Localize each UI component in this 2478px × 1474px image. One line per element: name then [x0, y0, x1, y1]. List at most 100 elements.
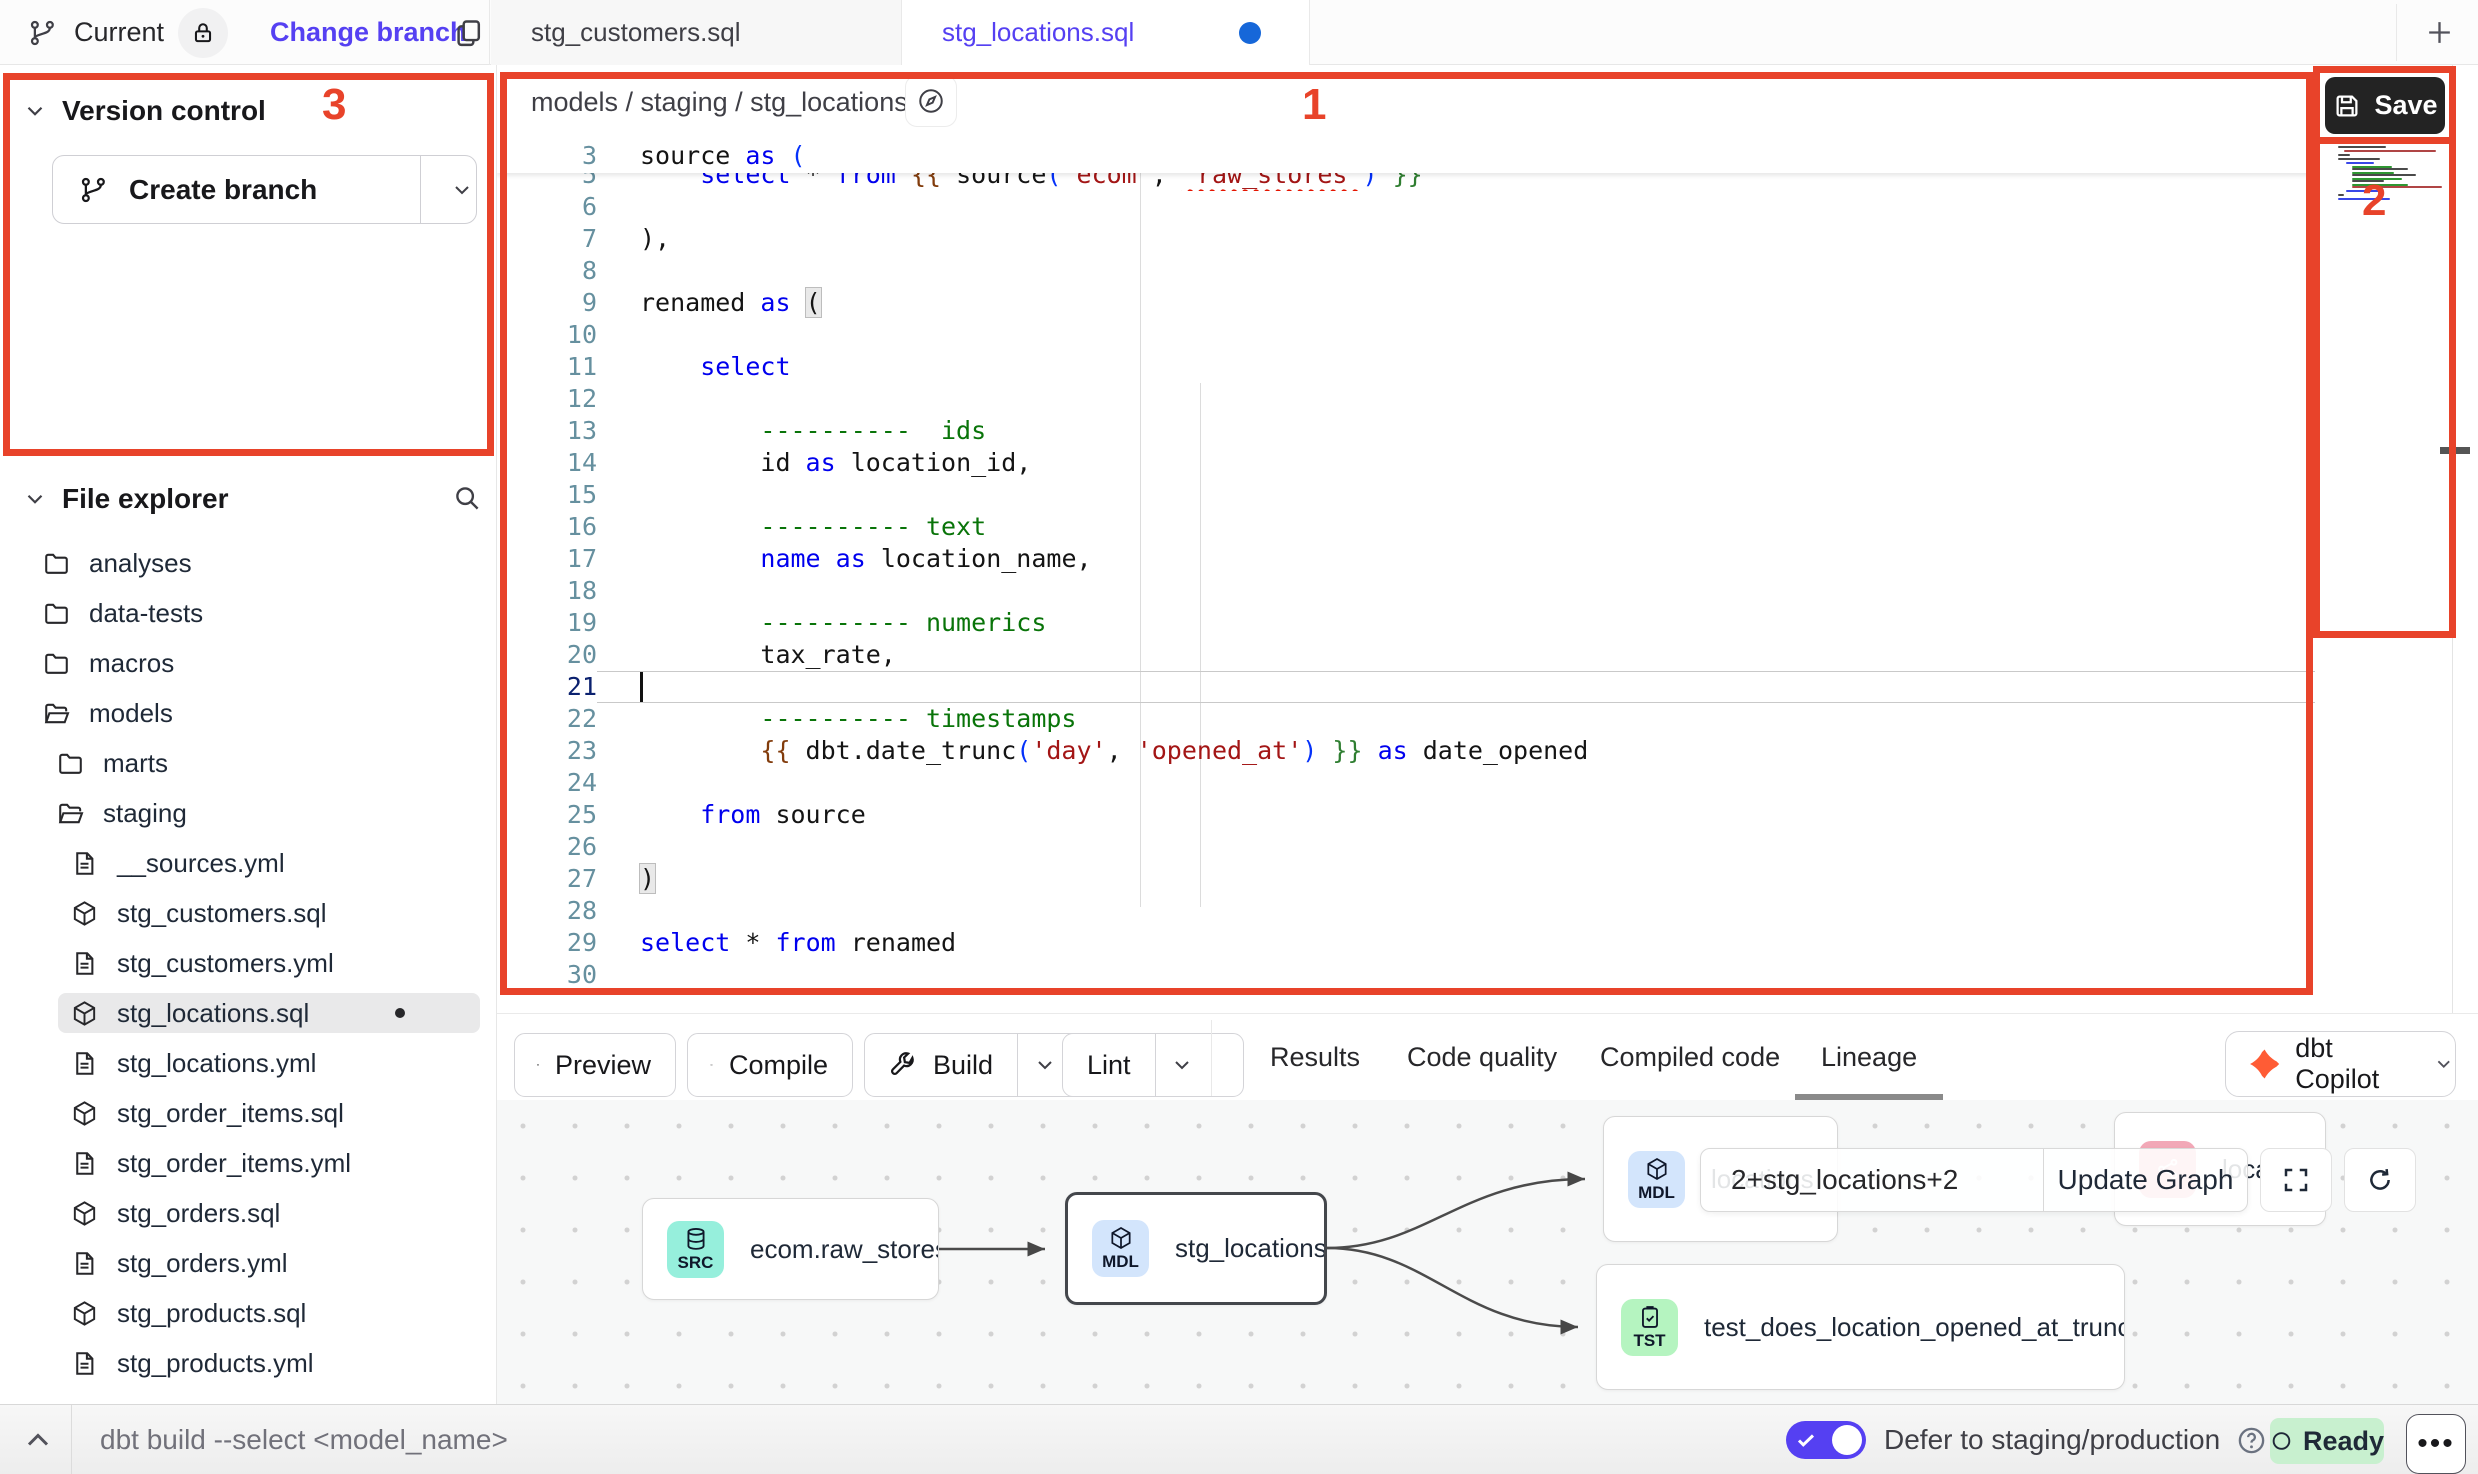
code-line[interactable]: 12	[497, 383, 2315, 415]
code-line[interactable]: 20tax_rate,	[497, 639, 2315, 671]
code-line[interactable]: 30	[497, 959, 2315, 991]
code-line[interactable]: 19---------- numerics	[497, 607, 2315, 639]
file-tree-item[interactable]: stg_locations.yml	[0, 1038, 497, 1088]
lineage-node-mdl[interactable]: MDLstg_locations	[1065, 1192, 1327, 1305]
lint-button[interactable]: Lint	[1062, 1033, 1244, 1097]
editor-tab[interactable]: stg_customers.sql	[491, 0, 902, 65]
tab-compiled-code[interactable]: Compiled code	[1600, 1014, 1780, 1101]
file-tree-item[interactable]: staging	[0, 788, 497, 838]
line-content: ---------- numerics	[640, 607, 1046, 639]
tab-lineage[interactable]: Lineage	[1821, 1014, 1917, 1101]
refresh-button[interactable]	[2344, 1148, 2416, 1212]
code-line[interactable]: 25from source	[497, 799, 2315, 831]
copy-icon[interactable]	[452, 16, 485, 49]
editor-tab[interactable]: stg_locations.sql	[902, 0, 1310, 65]
code-line[interactable]: 13---------- ids	[497, 415, 2315, 447]
update-graph-button[interactable]: Update Graph	[2043, 1149, 2247, 1211]
create-branch-label: Create branch	[129, 174, 317, 206]
file-tree-item[interactable]: stg_customers.sql	[0, 888, 497, 938]
code-line[interactable]: 3source as (	[497, 140, 2315, 172]
code-editor[interactable]: 3source as ( 5select * from {{ source('e…	[497, 140, 2315, 1013]
code-line[interactable]: 26	[497, 831, 2315, 863]
minimap-line	[2346, 190, 2380, 192]
create-branch-button[interactable]: Create branch	[52, 155, 477, 224]
code-line[interactable]: 18	[497, 575, 2315, 607]
command-input[interactable]: dbt build --select <model_name>	[100, 1405, 508, 1474]
code-line[interactable]: 22---------- timestamps	[497, 703, 2315, 735]
unsaved-changes-dot	[1239, 22, 1261, 44]
code-line[interactable]: 29select * from renamed	[497, 927, 2315, 959]
lineage-selector-input[interactable]: 2+stg_locations+2	[1701, 1149, 2043, 1211]
code-line[interactable]: 5select * from {{ source('ecom', 'raw_st…	[497, 173, 2315, 191]
file-tree-item[interactable]: marts	[0, 738, 497, 788]
file-tree-item[interactable]: stg_orders.sql	[0, 1188, 497, 1238]
code-line[interactable]: 28	[497, 895, 2315, 927]
file-name: marts	[103, 748, 168, 779]
file-tree-item[interactable]: analyses	[0, 538, 497, 588]
minimap-line	[2352, 186, 2442, 188]
clipped-line[interactable]: 5select * from {{ source('ecom', 'raw_st…	[497, 173, 2315, 191]
file-tree-item[interactable]: stg_orders.yml	[0, 1238, 497, 1288]
compile-button[interactable]: Compile	[687, 1033, 853, 1097]
code-icon	[710, 1050, 713, 1080]
file-tree-item[interactable]: stg_customers.yml	[0, 938, 497, 988]
expand-command-bar-button[interactable]	[20, 1422, 56, 1458]
more-options-button[interactable]: •••	[2406, 1414, 2466, 1474]
resize-handle[interactable]	[2440, 447, 2470, 454]
code-line[interactable]: 7),	[497, 223, 2315, 255]
status-badge[interactable]: Ready	[2270, 1418, 2384, 1464]
code-line[interactable]: 9renamed as (	[497, 287, 2315, 319]
line-content: ---------- text	[640, 511, 986, 543]
code-line[interactable]: 15	[497, 479, 2315, 511]
defer-toggle[interactable]	[1786, 1421, 1866, 1459]
search-icon[interactable]	[452, 483, 482, 513]
help-icon[interactable]	[2236, 1425, 2267, 1456]
code-line[interactable]: 11select	[497, 351, 2315, 383]
file-tree-item[interactable]: __sources.yml	[0, 838, 497, 888]
code-line[interactable]: 14id as location_id,	[497, 447, 2315, 479]
file-explorer-title: File explorer	[62, 483, 229, 515]
create-branch-dropdown[interactable]	[420, 156, 476, 223]
file-tree-item[interactable]: stg_locations.sql	[0, 988, 497, 1038]
code-line[interactable]: 6	[497, 191, 2315, 223]
code-line[interactable]: 8	[497, 255, 2315, 287]
line-number: 6	[497, 191, 597, 223]
file-tree-item[interactable]: stg_order_items.yml	[0, 1138, 497, 1188]
new-tab-button[interactable]	[2424, 17, 2455, 48]
change-branch-link[interactable]: Change branch	[270, 0, 467, 65]
minimap[interactable]	[2338, 142, 2438, 204]
file-state-button[interactable]	[905, 75, 957, 127]
save-button[interactable]: Save	[2325, 77, 2445, 134]
file-tree-item[interactable]: stg_products.yml	[0, 1338, 497, 1388]
node-type-badge: MDL	[1628, 1151, 1685, 1208]
file-name: stg_orders.sql	[117, 1198, 280, 1229]
code-line[interactable]: 17name as location_name,	[497, 543, 2315, 575]
file-tree-item[interactable]: macros	[0, 638, 497, 688]
file-tree-item[interactable]: stg_order_items.sql	[0, 1088, 497, 1138]
tab-results[interactable]: Results	[1270, 1014, 1360, 1101]
lineage-node-tst[interactable]: TSTtest_does_location_opened_at_trunc_t.…	[1596, 1264, 2125, 1390]
model-icon	[1108, 1225, 1134, 1251]
preview-button[interactable]: Preview	[514, 1033, 676, 1097]
file-explorer-header[interactable]: File explorer	[22, 483, 229, 515]
lineage-node-src[interactable]: SRCecom.raw_stores	[642, 1198, 939, 1300]
code-line[interactable]: 27)	[497, 863, 2315, 895]
minimap-line	[2338, 154, 2350, 156]
code-line[interactable]: 16---------- text	[497, 511, 2315, 543]
file-icon	[70, 949, 99, 978]
code-lines[interactable]: 67),89renamed as (1011select1213--------…	[497, 191, 2315, 991]
code-line[interactable]: 24	[497, 767, 2315, 799]
file-tree-item[interactable]: data-tests	[0, 588, 497, 638]
tab-code-quality[interactable]: Code quality	[1407, 1014, 1557, 1101]
code-line[interactable]: 21	[497, 671, 2315, 703]
fullscreen-button[interactable]	[2260, 1148, 2332, 1212]
lineage-panel[interactable]: SRCecom.raw_storesMDLstg_locationsMDLloc…	[497, 1100, 2478, 1404]
code-line[interactable]: 23{{ dbt.date_trunc('day', 'opened_at') …	[497, 735, 2315, 767]
file-tree-item[interactable]: stg_products.sql	[0, 1288, 497, 1338]
version-control-header[interactable]: Version control	[22, 95, 266, 127]
file-tree-item[interactable]: models	[0, 688, 497, 738]
dbt-copilot-button[interactable]: dbt Copilot	[2225, 1031, 2456, 1097]
code-line[interactable]: 10	[497, 319, 2315, 351]
sticky-scroll-line[interactable]: 3source as (	[497, 140, 2315, 173]
lint-dropdown[interactable]	[1155, 1034, 1209, 1096]
